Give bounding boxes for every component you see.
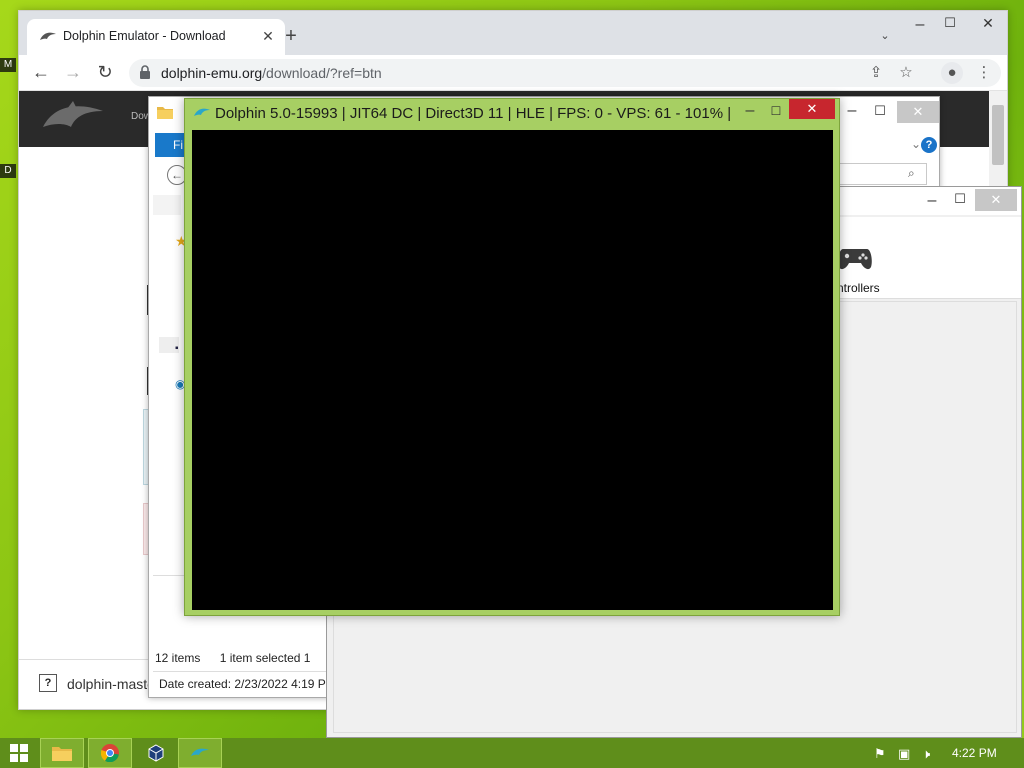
forward-arrow-icon[interactable]: → bbox=[61, 61, 85, 85]
tab-title: Dolphin Emulator - Download bbox=[63, 29, 226, 43]
browser-toolbar: ← → ↻ dolphin-emu.org/download/?ref=btn … bbox=[19, 55, 1007, 91]
file-explorer-icon bbox=[52, 747, 72, 761]
chrome-icon bbox=[101, 744, 119, 762]
controller-icon[interactable] bbox=[837, 245, 873, 271]
search-icon: ⌕ bbox=[908, 166, 915, 180]
back-arrow-icon[interactable]: ← bbox=[29, 61, 53, 85]
nav-pane-fragment bbox=[153, 195, 181, 215]
download-filename[interactable]: dolphin-maste bbox=[67, 676, 155, 692]
zip-file-icon: ? bbox=[39, 674, 57, 692]
dolphin-main-close-button[interactable]: ✕ bbox=[975, 189, 1017, 211]
browser-close-button[interactable]: ✕ bbox=[975, 13, 1001, 35]
taskbar-virtualbox[interactable] bbox=[134, 738, 178, 768]
network-status-icon[interactable]: ▣ bbox=[898, 746, 916, 762]
explorer-minimize-button[interactable]: – bbox=[839, 101, 865, 123]
reload-icon[interactable]: ↻ bbox=[93, 61, 117, 85]
ribbon-expand-icon[interactable]: ⌄ bbox=[911, 137, 921, 151]
taskbar-file-explorer[interactable] bbox=[40, 738, 84, 768]
dolphin-render-window: Dolphin 5.0-15993 | JIT64 DC | Direct3D … bbox=[184, 98, 840, 616]
render-close-button[interactable]: ✕ bbox=[789, 99, 835, 119]
game-render-canvas[interactable] bbox=[192, 130, 833, 610]
lock-icon bbox=[140, 65, 150, 79]
this-pc-icon[interactable]: ▪ bbox=[175, 343, 179, 354]
action-center-flag-icon[interactable]: ⚑ bbox=[874, 746, 892, 762]
taskbar: ⚑ ▣ 🕨 4:22 PM bbox=[0, 738, 1024, 768]
status-selection: 1 item selected 1 bbox=[219, 651, 311, 665]
windows-start-icon[interactable] bbox=[10, 744, 28, 762]
status-item-count: 12 items bbox=[155, 651, 201, 665]
dolphin-main-minimize-button[interactable]: – bbox=[919, 191, 945, 213]
explorer-status-bar: 12 items 1 item selected 1 bbox=[155, 651, 335, 667]
url-text: dolphin-emu.org/download/?ref=btn bbox=[161, 65, 382, 81]
render-window-title: Dolphin 5.0-15993 | JIT64 DC | Direct3D … bbox=[215, 105, 735, 122]
dolphin-taskbar-icon bbox=[191, 748, 209, 756]
share-icon[interactable]: ⇪ bbox=[865, 62, 887, 84]
profile-avatar-icon[interactable]: ● bbox=[941, 62, 963, 84]
explorer-close-button[interactable]: ✕ bbox=[897, 101, 939, 123]
taskbar-clock[interactable]: 4:22 PM bbox=[952, 746, 997, 760]
folder-icon bbox=[157, 107, 173, 119]
tab-search-icon[interactable]: ⌄ bbox=[877, 29, 893, 45]
tab-strip: Dolphin Emulator - Download ✕ + ⌄ – ☐ ✕ bbox=[19, 11, 1007, 55]
taskbar-chrome[interactable] bbox=[88, 738, 132, 768]
browser-tab[interactable]: Dolphin Emulator - Download ✕ bbox=[27, 19, 285, 55]
help-icon[interactable]: ? bbox=[921, 137, 937, 153]
dolphin-logo-icon[interactable] bbox=[39, 97, 109, 137]
dolphin-favicon-icon bbox=[40, 32, 56, 40]
browser-maximize-button[interactable]: ☐ bbox=[937, 13, 963, 35]
bookmark-star-icon[interactable]: ☆ bbox=[895, 62, 917, 84]
dolphin-icon bbox=[194, 108, 210, 116]
volume-muted-icon[interactable]: 🕨 bbox=[922, 746, 940, 762]
taskbar-dolphin[interactable] bbox=[178, 738, 222, 768]
address-bar[interactable]: dolphin-emu.org/download/?ref=btn ⇪ ☆ bbox=[129, 59, 1001, 87]
desktop-icon-fragment: D bbox=[0, 164, 16, 178]
tab-close-icon[interactable]: ✕ bbox=[259, 27, 277, 45]
scrollbar-thumb[interactable] bbox=[992, 105, 1004, 165]
render-maximize-button[interactable]: ☐ bbox=[763, 101, 789, 123]
controllers-button-label[interactable]: ntrollers bbox=[837, 281, 880, 295]
dolphin-main-maximize-button[interactable]: ☐ bbox=[947, 189, 973, 211]
desktop-icon-fragment: M bbox=[0, 58, 16, 72]
new-tab-button[interactable]: + bbox=[281, 26, 301, 47]
render-minimize-button[interactable]: – bbox=[737, 101, 763, 123]
details-date-created: Date created: 2/23/2022 4:19 PM bbox=[153, 671, 329, 695]
virtualbox-icon bbox=[148, 744, 164, 762]
explorer-search-input[interactable]: ⌕ bbox=[839, 163, 927, 185]
explorer-maximize-button[interactable]: ☐ bbox=[867, 101, 893, 123]
menu-kebab-icon[interactable]: ⋮ bbox=[973, 62, 995, 84]
browser-minimize-button[interactable]: – bbox=[907, 15, 933, 37]
